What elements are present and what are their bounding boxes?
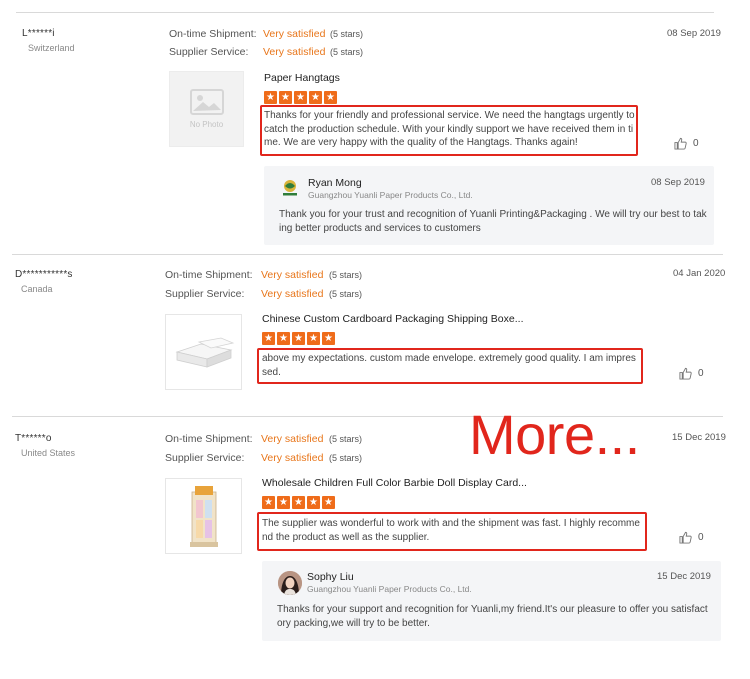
buyer-name: L******i xyxy=(22,28,55,39)
reply-company: Guangzhou Yuanli Paper Products Co., Ltd… xyxy=(308,190,473,200)
buyer-name: D***********s xyxy=(15,269,73,280)
star-rating: ★ ★ ★ ★ ★ xyxy=(262,332,335,345)
like-count: 0 xyxy=(693,138,699,149)
product-thumbnail[interactable] xyxy=(165,314,242,390)
like-count: 0 xyxy=(698,532,704,543)
star-rating: ★ ★ ★ ★ ★ xyxy=(262,496,335,509)
star-icon: ★ xyxy=(279,91,292,104)
reply-text: Thank you for your trust and recognition… xyxy=(279,209,707,234)
ontime-stars: (5 stars) xyxy=(329,434,363,444)
supplier-reply: Sophy Liu Guangzhou Yuanli Paper Product… xyxy=(262,561,721,641)
supplier-logo xyxy=(280,178,300,198)
display-card-product-image xyxy=(189,486,218,547)
star-icon: ★ xyxy=(292,496,305,509)
ontime-stars: (5 stars) xyxy=(330,29,364,39)
product-thumbnail[interactable]: No Photo xyxy=(169,71,244,147)
reply-name: Sophy Liu xyxy=(307,571,354,583)
box-product-image xyxy=(175,337,234,368)
star-icon: ★ xyxy=(292,332,305,345)
star-icon: ★ xyxy=(262,332,275,345)
top-divider xyxy=(16,12,714,13)
star-icon: ★ xyxy=(277,496,290,509)
ontime-value: Very satisfied xyxy=(263,28,326,40)
product-title[interactable]: Paper Hangtags xyxy=(264,72,340,84)
no-photo-label: No Photo xyxy=(189,120,224,129)
thumbs-up-icon xyxy=(679,367,692,380)
product-title[interactable]: Chinese Custom Cardboard Packaging Shipp… xyxy=(262,313,524,325)
review-text: Thanks for your friendly and professiona… xyxy=(264,110,635,148)
like-button[interactable]: 0 xyxy=(679,531,704,544)
review-date: 04 Jan 2020 xyxy=(673,268,726,279)
reply-date: 08 Sep 2019 xyxy=(651,177,705,188)
supplier-reply: Ryan Mong Guangzhou Yuanli Paper Product… xyxy=(264,166,714,245)
buyer-name: T******o xyxy=(15,433,52,444)
supplier-label: Supplier Service: xyxy=(169,46,249,58)
review-text: above my expectations. custom made envel… xyxy=(262,353,636,378)
reply-text: Thanks for your support and recognition … xyxy=(277,604,708,629)
thumbs-up-icon xyxy=(679,531,692,544)
avatar xyxy=(278,571,302,595)
image-placeholder-icon xyxy=(189,89,224,115)
supplier-label: Supplier Service: xyxy=(165,288,245,300)
star-icon: ★ xyxy=(322,332,335,345)
supplier-label: Supplier Service: xyxy=(165,452,245,464)
ontime-label: On-time Shipment: xyxy=(165,269,253,281)
review-text: The supplier was wonderful to work with … xyxy=(262,518,640,543)
review-date: 08 Sep 2019 xyxy=(667,28,721,39)
like-button[interactable]: 0 xyxy=(679,367,704,380)
reply-company: Guangzhou Yuanli Paper Products Co., Ltd… xyxy=(307,584,472,594)
product-thumbnail[interactable] xyxy=(165,478,242,554)
ontime-value: Very satisfied xyxy=(261,433,324,445)
more-overlay-text: More... xyxy=(469,403,640,466)
buyer-country: United States xyxy=(21,448,76,458)
reply-date: 15 Dec 2019 xyxy=(657,571,711,582)
buyer-country: Canada xyxy=(21,284,53,294)
star-icon: ★ xyxy=(262,496,275,509)
ontime-label: On-time Shipment: xyxy=(169,28,257,40)
reply-name: Ryan Mong xyxy=(308,177,362,189)
product-title[interactable]: Wholesale Children Full Color Barbie Dol… xyxy=(262,477,527,489)
review-date: 15 Dec 2019 xyxy=(672,432,726,443)
star-icon: ★ xyxy=(322,496,335,509)
supplier-stars: (5 stars) xyxy=(330,47,364,57)
like-count: 0 xyxy=(698,368,704,379)
review-divider xyxy=(12,254,723,255)
thumbs-up-icon xyxy=(674,137,687,150)
ontime-value: Very satisfied xyxy=(261,269,324,281)
star-icon: ★ xyxy=(324,91,337,104)
supplier-stars: (5 stars) xyxy=(329,453,363,463)
star-icon: ★ xyxy=(307,496,320,509)
star-icon: ★ xyxy=(309,91,322,104)
star-rating: ★ ★ ★ ★ ★ xyxy=(264,91,337,104)
ontime-label: On-time Shipment: xyxy=(165,433,253,445)
ontime-stars: (5 stars) xyxy=(329,270,363,280)
like-button[interactable]: 0 xyxy=(674,137,699,150)
star-icon: ★ xyxy=(294,91,307,104)
supplier-value: Very satisfied xyxy=(261,288,324,300)
supplier-value: Very satisfied xyxy=(261,452,324,464)
star-icon: ★ xyxy=(277,332,290,345)
supplier-value: Very satisfied xyxy=(263,46,326,58)
supplier-stars: (5 stars) xyxy=(329,289,363,299)
star-icon: ★ xyxy=(307,332,320,345)
star-icon: ★ xyxy=(264,91,277,104)
buyer-country: Switzerland xyxy=(28,43,75,53)
